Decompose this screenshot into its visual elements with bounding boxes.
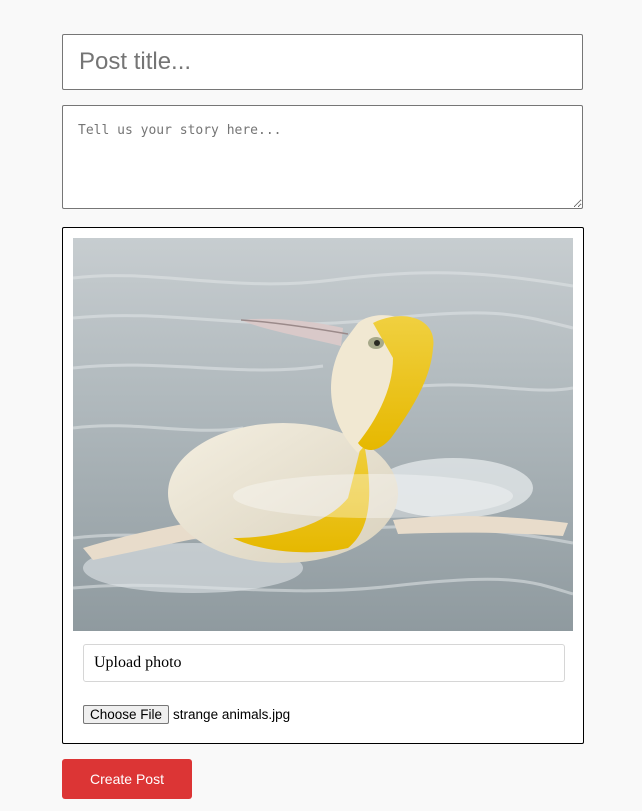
create-post-button[interactable]: Create Post bbox=[62, 759, 192, 799]
choose-file-button[interactable]: Choose File bbox=[83, 704, 170, 724]
file-input[interactable]: Choose File strange animals.jpg bbox=[83, 704, 290, 724]
penguin-photo bbox=[73, 238, 573, 631]
post-title-input[interactable] bbox=[62, 34, 583, 90]
post-story-textarea[interactable] bbox=[62, 105, 583, 209]
photo-upload-card: Upload photo Choose File strange animals… bbox=[62, 227, 584, 744]
upload-photo-label: Upload photo bbox=[83, 644, 565, 682]
selected-file-name: strange animals.jpg bbox=[173, 706, 291, 722]
photo-preview-image bbox=[73, 238, 573, 631]
